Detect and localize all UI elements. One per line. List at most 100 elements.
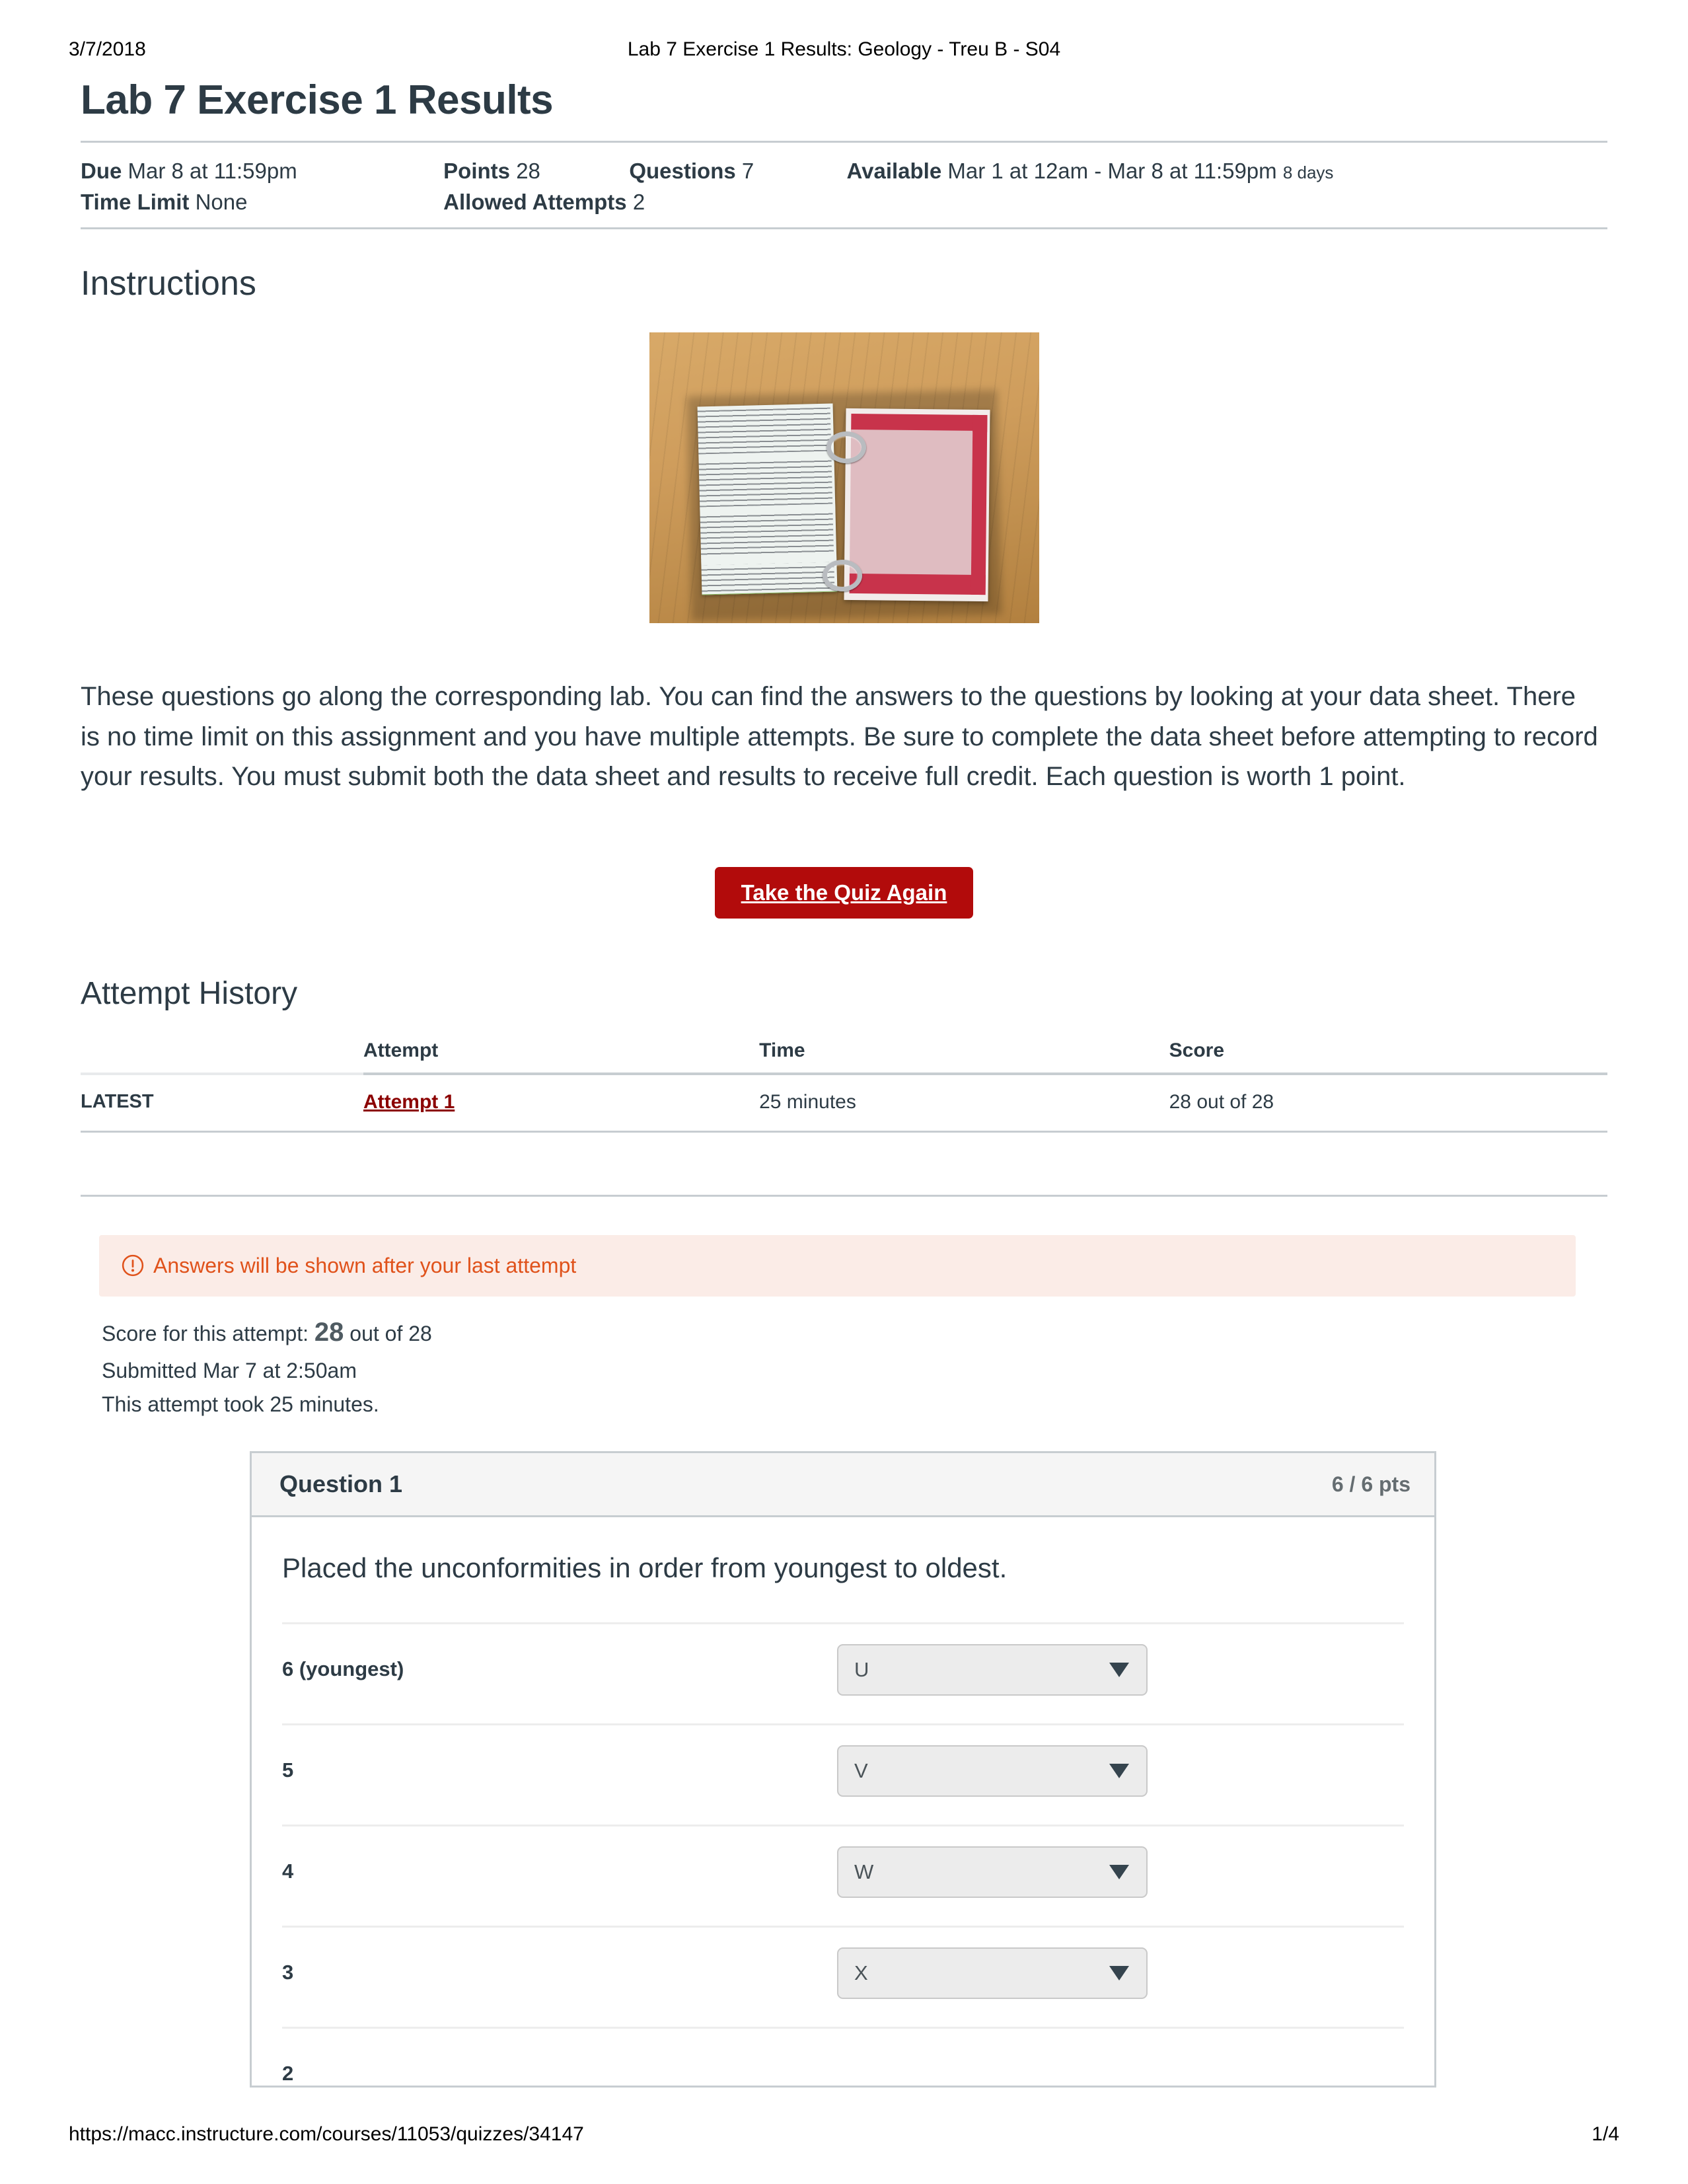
print-header: 3/7/2018 Lab 7 Exercise 1 Results: Geolo… [0,38,1688,65]
answer-row: 3 X [282,1925,1404,2027]
answer-row-label: 6 (youngest) [282,1657,404,1680]
meta-allowed-attempts-label: Allowed Attempts [443,189,627,214]
meta-due-value: Mar 8 at 11:59pm [128,159,297,183]
print-header-title: Lab 7 Exercise 1 Results: Geology - Treu… [627,38,1061,60]
score-prefix: Score for this attempt: [102,1321,309,1345]
question-1-header: Question 1 6 / 6 pts [252,1453,1434,1518]
attempt-summary: Score for this attempt: 28 out of 28 Sub… [102,1311,1607,1422]
answer-dropdown-0[interactable]: U [837,1643,1148,1696]
answer-dropdown-1[interactable]: V [837,1745,1148,1797]
spacer-cell [81,1131,363,1197]
meta-available: Available Mar 1 at 12am - Mar 8 at 11:59… [847,156,1334,187]
meta-due-label: Due [81,159,122,183]
attempt-col-blank [81,1039,363,1075]
warning-circle-icon [122,1254,144,1277]
photo-left-text-page [697,403,837,595]
answers-shown-alert: Answers will be shown after your last at… [99,1234,1576,1297]
meta-time-limit-value: None [195,189,248,214]
answer-dropdown-value: X [854,1961,868,1984]
attempt-col-time: Time [759,1039,1169,1075]
meta-questions-label: Questions [629,159,736,183]
spacer-cell [363,1131,760,1197]
meta-points-value: 28 [516,159,540,183]
attempt-submitted-line: Submitted Mar 7 at 2:50am [102,1358,357,1382]
chevron-down-icon [1109,1965,1129,1980]
meta-questions: Questions 7 [629,156,840,187]
photo-right-pink-page [843,408,990,601]
answer-row-label: 3 [282,1960,294,1984]
printed-quiz-results-page: 3/7/2018 Lab 7 Exercise 1 Results: Geolo… [0,0,1688,2184]
page-content: Lab 7 Exercise 1 Results Due Mar 8 at 11… [81,77,1607,2088]
attempt-history-head: Attempt Time Score [81,1039,1607,1075]
answer-dropdown-value: V [854,1758,868,1782]
print-footer-url: https://macc.instructure.com/courses/110… [69,2123,584,2145]
meta-time-limit: Time Limit None [81,187,437,218]
attempt-duration-line: This attempt took 25 minutes. [102,1392,379,1417]
chevron-down-icon [1109,1864,1129,1879]
take-quiz-button-container: Take the Quiz Again [81,823,1607,919]
print-footer: https://macc.instructure.com/courses/110… [0,2123,1688,2150]
attempt-1-link[interactable]: Attempt 1 [363,1091,455,1113]
attempt-col-score: Score [1169,1039,1607,1075]
meta-due: Due Mar 8 at 11:59pm [81,156,437,187]
alert-text: Answers will be shown after your last at… [153,1253,577,1277]
answer-dropdown-3[interactable]: X [837,1947,1148,1999]
meta-allowed-attempts-value: 2 [632,189,645,214]
lab-data-sheet-photo [649,332,1039,623]
instructions-body: These questions go along the correspondi… [81,681,1598,792]
attempt-history-header-row: Attempt Time Score [81,1039,1607,1075]
answer-dropdown-2[interactable]: W [837,1846,1148,1898]
meta-points: Points 28 [443,156,623,187]
answer-row-label: 5 [282,1758,294,1782]
instructions-heading: Instructions [81,264,256,303]
answer-row-label: 4 [282,1859,294,1883]
meta-available-value: Mar 1 at 12am - Mar 8 at 11:59pm [947,159,1277,183]
meta-available-days: 8 days [1282,163,1334,182]
table-row: LATEST Attempt 1 25 minutes 28 out of 28 [81,1073,1607,1133]
spacer-cell [759,1131,1169,1197]
page-title: Lab 7 Exercise 1 Results [81,77,554,123]
instructions-image-container [81,303,1607,626]
meta-time-limit-label: Time Limit [81,189,190,214]
answer-row: 4 W [282,1824,1404,1926]
answer-row-label: 2 [282,2061,294,2085]
photo-red-band-bottom [849,573,986,595]
quiz-meta-row-2: Time Limit None Allowed Attempts 2 [81,187,1607,218]
photo-binder-ring [822,559,862,591]
answer-dropdown-value: W [854,1860,874,1883]
spacer-cell [1169,1131,1607,1197]
question-1-box: Question 1 6 / 6 pts Placed the unconfor… [250,1451,1436,2088]
question-1-answer-rows: 6 (youngest) U 5 V 4 W 3 X 2 [252,1622,1434,2086]
attempt-history-heading: Attempt History [81,975,298,1011]
meta-points-label: Points [443,159,511,183]
meta-available-label: Available [846,159,942,183]
attempt-cell-time: 25 minutes [759,1073,1169,1133]
question-1-text: Placed the unconformities in order from … [282,1552,1008,1584]
meta-allowed-attempts: Allowed Attempts 2 [443,187,645,218]
photo-red-right-edge [971,414,987,595]
question-1-points: 6 / 6 pts [1331,1472,1411,1496]
take-quiz-again-button[interactable]: Take the Quiz Again [714,867,974,919]
attempt-kept-badge: LATEST [81,1073,363,1133]
question-1-name: Question 1 [279,1470,403,1498]
answer-dropdown-value: U [854,1657,869,1681]
meta-questions-value: 7 [741,159,754,183]
score-suffix: out of 28 [349,1321,432,1345]
score-value: 28 [314,1317,344,1347]
photo-pink-field [849,429,972,576]
quiz-meta: Due Mar 8 at 11:59pm Points 28 Questions… [81,143,1607,227]
attempt-cell-attempt: Attempt 1 [363,1073,760,1133]
answer-row: 6 (youngest) U [282,1622,1404,1723]
answer-row: 5 V [282,1723,1404,1825]
attempt-score-line: Score for this attempt: 28 out of 28 [102,1311,1607,1354]
attempt-cell-score: 28 out of 28 [1169,1073,1607,1133]
attempt-history-body: LATEST Attempt 1 25 minutes 28 out of 28 [81,1073,1607,1197]
attempt-history-table: Attempt Time Score LATEST Attempt 1 25 m… [81,1039,1607,1197]
attempt-col-attempt: Attempt [363,1039,760,1075]
chevron-down-icon [1109,1662,1129,1677]
table-spacer-row [81,1131,1607,1197]
chevron-down-icon [1109,1763,1129,1778]
quiz-meta-row-1: Due Mar 8 at 11:59pm Points 28 Questions… [81,156,1607,187]
photo-binder-ring [826,431,866,463]
answer-row: 2 [282,2026,1404,2086]
